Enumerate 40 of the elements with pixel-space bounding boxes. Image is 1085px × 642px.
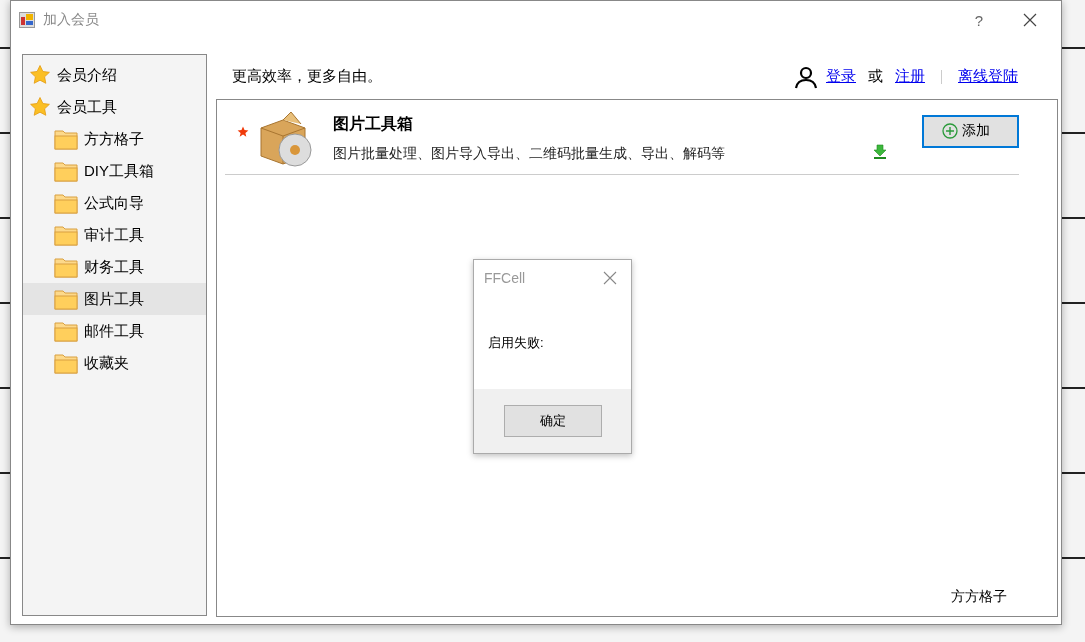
dialog-message: 启用失败: bbox=[488, 335, 544, 350]
offline-login-link[interactable]: 离线登陆 bbox=[958, 67, 1018, 86]
download-icon bbox=[872, 144, 888, 160]
user-icon bbox=[794, 64, 818, 89]
footer-label: 方方格子 bbox=[951, 588, 1007, 606]
sidebar-item[interactable]: 会员工具 bbox=[23, 91, 206, 123]
folder-icon bbox=[54, 160, 78, 182]
tool-description: 图片批量处理、图片导入导出、二维码批量生成、导出、解码等 bbox=[333, 144, 726, 163]
sidebar-item[interactable]: 财务工具 bbox=[23, 251, 206, 283]
help-button[interactable]: ? bbox=[959, 10, 999, 30]
add-button[interactable]: 添加 bbox=[922, 114, 1019, 148]
star-icon bbox=[29, 64, 51, 86]
ok-button[interactable]: 确定 bbox=[503, 405, 602, 437]
sidebar-item[interactable]: 收藏夹 bbox=[23, 347, 206, 379]
folder-icon bbox=[54, 288, 78, 310]
tool-name: 图片工具箱 bbox=[333, 113, 414, 134]
folder-icon bbox=[54, 224, 78, 246]
folder-icon bbox=[54, 128, 78, 150]
slogan-text: 更高效率，更多自由。 bbox=[232, 67, 382, 86]
sidebar-item[interactable]: 审计工具 bbox=[23, 219, 206, 251]
sidebar-item[interactable]: DIY工具箱 bbox=[23, 155, 206, 187]
sidebar-item[interactable]: 图片工具 bbox=[23, 283, 206, 315]
login-link[interactable]: 登录 bbox=[826, 67, 856, 86]
window-title: 加入会员 bbox=[43, 11, 99, 29]
sidebar-item[interactable]: 方方格子 bbox=[23, 123, 206, 155]
or-text: 或 bbox=[868, 67, 883, 86]
register-link[interactable]: 注册 bbox=[895, 67, 925, 86]
sidebar-item[interactable]: 邮件工具 bbox=[23, 315, 206, 347]
plus-circle-icon bbox=[942, 123, 958, 139]
folder-icon bbox=[54, 320, 78, 342]
folder-icon bbox=[54, 192, 78, 214]
close-icon bbox=[1023, 13, 1037, 27]
sidebar-item[interactable]: 公式向导 bbox=[23, 187, 206, 219]
dialog-title: FFCell bbox=[484, 270, 526, 286]
star-icon bbox=[29, 96, 51, 118]
folder-icon bbox=[54, 352, 78, 374]
folder-icon bbox=[54, 256, 78, 278]
close-icon[interactable] bbox=[603, 271, 617, 285]
app-icon bbox=[19, 12, 35, 28]
sidebar-item[interactable]: 会员介绍 bbox=[23, 59, 206, 91]
